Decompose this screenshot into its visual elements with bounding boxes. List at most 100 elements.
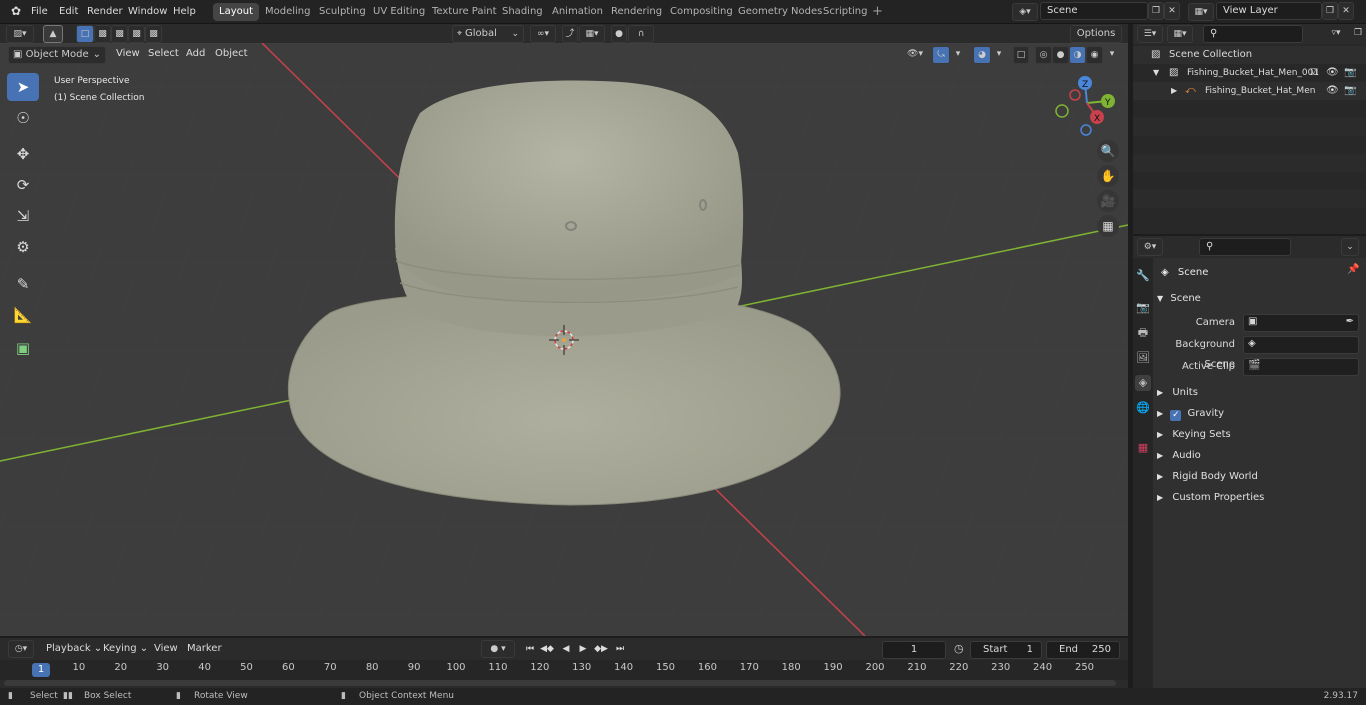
outliner-search-input[interactable]: ⚲ — [1203, 25, 1303, 43]
outliner-editor-type-icon[interactable]: ☰▾ — [1137, 25, 1163, 43]
new-scene-icon[interactable]: ❐ — [1148, 2, 1164, 20]
pivot-point-icon[interactable]: ∞▾ — [530, 25, 556, 43]
current-frame-marker[interactable]: 1 — [32, 663, 50, 677]
eyedropper-icon[interactable]: ✒ — [1346, 316, 1354, 327]
camera-icon[interactable]: 📷 — [1344, 82, 1356, 100]
display-mode-icon[interactable]: ▦▾ — [1167, 25, 1193, 43]
select-extend-icon[interactable]: ▩ — [94, 25, 111, 43]
menu-marker[interactable]: Marker — [183, 640, 226, 658]
active-clip-field[interactable]: 🎬 — [1243, 358, 1359, 376]
new-collection-icon[interactable]: ❐ — [1351, 25, 1365, 43]
expand-arrow-icon[interactable]: ▶ — [1171, 82, 1177, 100]
jump-start-icon[interactable]: ⏮ — [522, 641, 538, 657]
exclude-checkbox-icon[interactable]: ☑ — [1310, 64, 1318, 82]
tab-uv-editing[interactable]: UV Editing — [367, 3, 431, 21]
filter-icon[interactable]: ▿▾ — [1323, 25, 1349, 43]
proportional-edit-icon[interactable]: ● — [611, 25, 627, 43]
tab-rendering[interactable]: Rendering — [605, 3, 668, 21]
units-panel-header[interactable]: ▶ Units — [1157, 383, 1198, 403]
rendered-shading-icon[interactable]: ◉ — [1086, 46, 1103, 64]
menu-add[interactable]: Add — [182, 46, 209, 62]
tab-layout[interactable]: Layout — [213, 3, 259, 21]
play-reverse-icon[interactable]: ◀ — [558, 641, 574, 657]
editor-type-icon[interactable]: ▨▾ — [6, 25, 34, 43]
shading-dropdown-icon[interactable]: ▾ — [1105, 46, 1119, 64]
rigid-body-world-panel-header[interactable]: ▶ Rigid Body World — [1157, 467, 1258, 487]
select-box-tool-icon[interactable]: ➤ — [7, 73, 39, 101]
measure-tool-icon[interactable]: 📐 — [7, 301, 39, 329]
eye-icon[interactable]: 👁 — [1326, 64, 1339, 82]
auto-keying-icon[interactable]: ● ▾ — [481, 640, 515, 658]
camera-field[interactable]: ▣ ✒ — [1243, 314, 1359, 332]
move-tool-icon[interactable]: ✥ — [7, 140, 39, 168]
custom-properties-panel-header[interactable]: ▶ Custom Properties — [1157, 488, 1264, 508]
tab-shading[interactable]: Shading — [496, 3, 549, 21]
wireframe-shading-icon[interactable]: ◎ — [1035, 46, 1052, 64]
camera-view-icon[interactable]: 🎥 — [1097, 190, 1119, 212]
gravity-checkbox[interactable]: ✓ — [1170, 410, 1182, 421]
expand-arrow-icon[interactable]: ▼ — [1153, 64, 1159, 82]
snap-toggle-icon[interactable]: ⤴ — [562, 25, 578, 43]
select-intersect-icon[interactable]: ▩ — [145, 25, 162, 43]
transform-tool-icon[interactable]: ⚙ — [7, 233, 39, 261]
tab-sculpting[interactable]: Sculpting — [313, 3, 372, 21]
preview-range-icon[interactable]: ◷ — [954, 642, 964, 655]
view-layer-tab-icon[interactable]: 🖼 — [1135, 350, 1151, 366]
snap-target-icon[interactable]: ▦▾ — [579, 25, 605, 43]
rotate-tool-icon[interactable]: ⟳ — [7, 171, 39, 199]
menu-view[interactable]: View — [112, 46, 144, 62]
output-tab-icon[interactable]: 🖶 — [1135, 325, 1151, 341]
keying-sets-panel-header[interactable]: ▶ Keying Sets — [1157, 425, 1231, 445]
xray-toggle-icon[interactable]: □ — [1013, 46, 1029, 64]
outliner-row-object[interactable]: ▶ ⤺ Fishing_Bucket_Hat_Men 👁 📷 — [1133, 82, 1366, 100]
scene-tab-icon[interactable]: ◈ — [1135, 375, 1151, 391]
new-view-layer-icon[interactable]: ❐ — [1322, 2, 1338, 20]
menu-edit[interactable]: Edit — [56, 0, 81, 24]
menu-file[interactable]: File — [28, 0, 51, 24]
perspective-toggle-icon[interactable]: ▦ — [1097, 215, 1119, 237]
visibility-filter-icon[interactable]: 👁▾ — [902, 46, 928, 64]
world-tab-icon[interactable]: 🌐 — [1135, 400, 1151, 416]
zoom-icon[interactable]: 🔍 — [1097, 140, 1119, 162]
tab-compositing[interactable]: Compositing — [664, 3, 739, 21]
material-shading-icon[interactable]: ◑ — [1069, 46, 1086, 64]
menu-timeline-view[interactable]: View — [150, 640, 182, 658]
delete-scene-icon[interactable]: ✕ — [1164, 2, 1180, 20]
menu-object[interactable]: Object — [211, 46, 252, 62]
tab-geometry-nodes[interactable]: Geometry Nodes — [732, 3, 828, 21]
tab-texture-paint[interactable]: Texture Paint — [426, 3, 503, 21]
scene-name-field[interactable]: Scene — [1040, 2, 1148, 20]
jump-end-icon[interactable]: ⏭ — [612, 641, 628, 657]
texture-tab-icon[interactable]: ▦ — [1135, 440, 1151, 456]
gizmo-dropdown-icon[interactable]: ▾ — [951, 46, 965, 64]
falloff-icon[interactable]: ∩ — [628, 25, 654, 43]
mode-dropdown[interactable]: ▣ Object Mode ⌄ — [8, 46, 106, 64]
properties-search-input[interactable]: ⚲ — [1199, 238, 1291, 256]
tab-animation[interactable]: Animation — [546, 3, 609, 21]
end-frame-field[interactable]: End 250 — [1046, 641, 1120, 659]
menu-window[interactable]: Window — [125, 0, 170, 24]
scene-section-header[interactable]: ▼ Scene — [1157, 289, 1201, 309]
play-icon[interactable]: ▶ — [575, 641, 591, 657]
select-new-icon[interactable]: □ — [76, 25, 94, 43]
overlays-toggle-icon[interactable]: ◕ — [973, 46, 991, 64]
tool-tab-icon[interactable]: 🔧 — [1135, 268, 1151, 284]
outliner-row-scene-collection[interactable]: ▨ Scene Collection — [1133, 46, 1366, 64]
tab-modeling[interactable]: Modeling — [259, 3, 317, 21]
gravity-panel-header[interactable]: ▶ ✓ Gravity — [1157, 404, 1224, 424]
pan-hand-icon[interactable]: ✋ — [1097, 165, 1119, 187]
view-layer-selector-icon[interactable]: ▦▾ — [1188, 3, 1214, 21]
view-layer-field[interactable]: View Layer — [1216, 2, 1322, 20]
render-tab-icon[interactable]: 📷 — [1135, 300, 1151, 316]
select-invert-icon[interactable]: ▩ — [128, 25, 145, 43]
delete-view-layer-icon[interactable]: ✕ — [1338, 2, 1354, 20]
pin-icon[interactable]: 📌 — [1347, 264, 1359, 275]
eye-icon[interactable]: 👁 — [1326, 82, 1339, 100]
blender-logo-icon[interactable]: ✿ — [8, 0, 24, 24]
viewport-scene[interactable] — [0, 43, 1128, 636]
scale-tool-icon[interactable]: ⇲ — [7, 202, 39, 230]
add-workspace-icon[interactable]: + — [866, 3, 889, 21]
outliner-row-collection[interactable]: ▼ ▨ Fishing_Bucket_Hat_Men_001 ☑ 👁 📷 — [1133, 64, 1366, 82]
jump-next-keyframe-icon[interactable]: ◆▶ — [593, 641, 609, 657]
menu-help[interactable]: Help — [170, 0, 199, 24]
